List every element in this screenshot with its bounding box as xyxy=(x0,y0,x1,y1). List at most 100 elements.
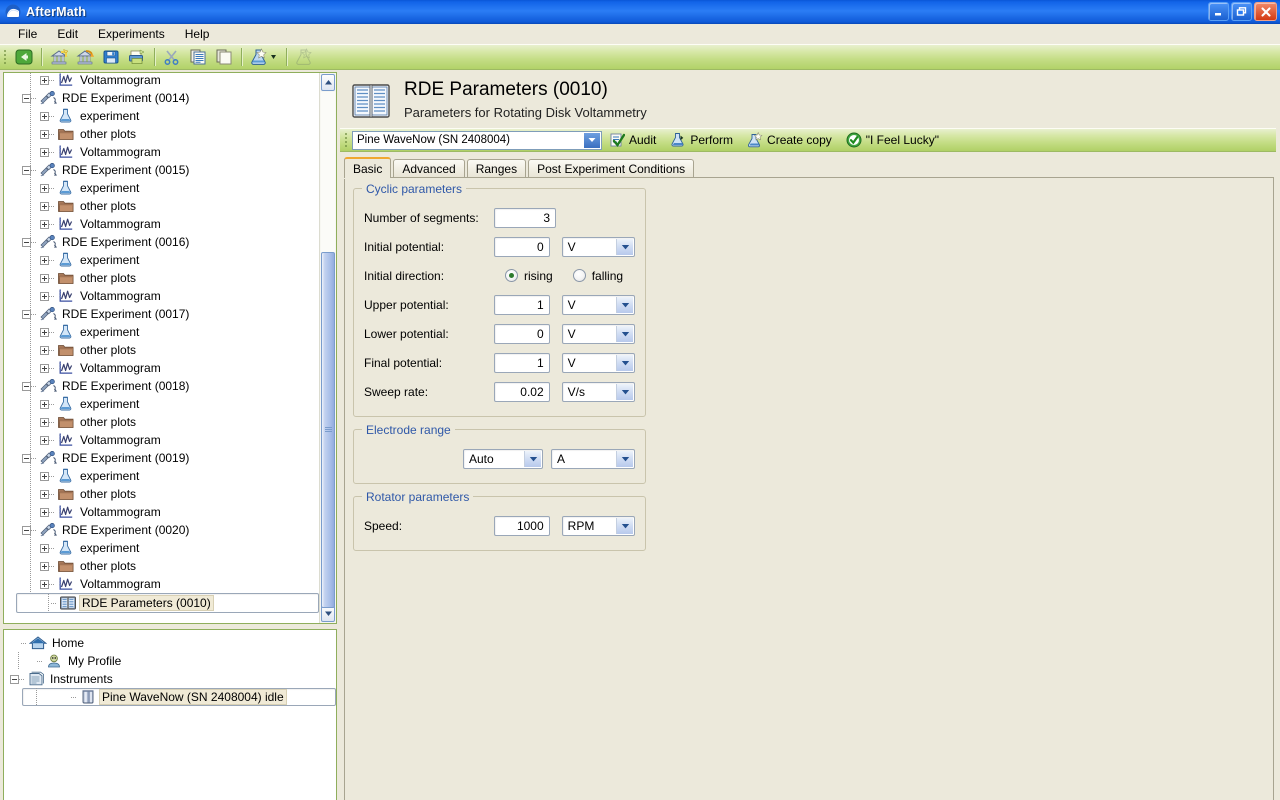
tree-item[interactable]: experiment xyxy=(4,179,319,197)
tree-item[interactable]: experiment xyxy=(4,107,319,125)
paste-button[interactable] xyxy=(212,46,236,68)
chevron-down-icon[interactable] xyxy=(616,325,633,342)
tree-expand-icon[interactable] xyxy=(40,111,49,121)
new-experiment-dropdown[interactable] xyxy=(247,46,281,68)
open-archive-button[interactable] xyxy=(47,46,71,68)
menu-help[interactable]: Help xyxy=(175,25,220,43)
electrode-range-unit-select[interactable]: A xyxy=(551,448,635,469)
tree-item[interactable]: Voltammogram xyxy=(4,287,319,305)
tree-expand-icon[interactable] xyxy=(40,129,49,139)
tree-vertical-scrollbar[interactable] xyxy=(319,73,336,623)
tree-item[interactable]: other plots xyxy=(4,341,319,359)
tree-expand-icon[interactable] xyxy=(40,273,49,283)
tree-expand-icon[interactable] xyxy=(40,507,49,517)
menu-edit[interactable]: Edit xyxy=(47,25,88,43)
save-archive-button[interactable] xyxy=(73,46,97,68)
tree-item[interactable]: RDE Experiment (0015) xyxy=(4,161,319,179)
tree-expand-icon[interactable] xyxy=(40,471,49,481)
tree-item[interactable]: Voltammogram xyxy=(4,359,319,377)
tree-item[interactable]: RDE Experiment (0020) xyxy=(4,521,319,539)
lower-potential-unit-select[interactable]: V xyxy=(561,323,635,344)
radio-rising[interactable] xyxy=(505,269,518,282)
tab-ranges[interactable]: Ranges xyxy=(466,159,527,178)
menu-experiments[interactable]: Experiments xyxy=(88,25,175,43)
tree-item[interactable]: Voltammogram xyxy=(4,431,319,449)
electrode-range-mode-select[interactable]: Auto xyxy=(463,448,543,469)
tree-expand-icon[interactable] xyxy=(40,543,49,553)
tab-advanced[interactable]: Advanced xyxy=(393,159,465,178)
chevron-down-icon[interactable] xyxy=(616,383,633,400)
tree-item[interactable]: Voltammogram xyxy=(4,503,319,521)
perform-experiment-button[interactable] xyxy=(292,46,316,68)
initial-potential-unit-select[interactable]: V xyxy=(561,236,635,257)
back-button[interactable] xyxy=(12,46,36,68)
instrument-tree-item[interactable]: My Profile xyxy=(10,652,336,670)
instrument-select[interactable]: Pine WaveNow (SN 2408004) xyxy=(352,130,602,150)
chevron-down-icon[interactable] xyxy=(616,238,633,255)
instrument-tree-item[interactable]: Pine WaveNow (SN 2408004) idle xyxy=(22,688,336,706)
tree-expand-icon[interactable] xyxy=(40,327,49,337)
tree-expand-icon[interactable] xyxy=(40,219,49,229)
tree-item[interactable]: Voltammogram xyxy=(4,215,319,233)
tree-item[interactable]: experiment xyxy=(4,395,319,413)
tree-expand-icon[interactable] xyxy=(40,291,49,301)
initial-potential-input[interactable]: 0 xyxy=(494,236,550,257)
tree-collapse-icon[interactable] xyxy=(10,674,19,684)
chevron-down-icon[interactable] xyxy=(616,450,633,467)
tree-item[interactable]: experiment xyxy=(4,323,319,341)
action-toolbar-drag-handle[interactable] xyxy=(344,132,348,148)
tree-expand-icon[interactable] xyxy=(40,561,49,571)
tree-expand-icon[interactable] xyxy=(40,255,49,265)
print-button[interactable] xyxy=(125,46,149,68)
final-potential-input[interactable]: 1 xyxy=(494,352,550,373)
tree-item[interactable]: other plots xyxy=(4,269,319,287)
tree-expand-icon[interactable] xyxy=(40,363,49,373)
tree-expand-icon[interactable] xyxy=(40,435,49,445)
tree-expand-icon[interactable] xyxy=(40,75,49,85)
tree-item[interactable]: experiment xyxy=(4,251,319,269)
lower-potential-input[interactable]: 0 xyxy=(494,323,550,344)
tree-expand-icon[interactable] xyxy=(40,579,49,589)
cut-button[interactable] xyxy=(160,46,184,68)
minimize-button[interactable] xyxy=(1208,2,1229,21)
tree-expand-icon[interactable] xyxy=(40,417,49,427)
tree-item[interactable]: experiment xyxy=(4,539,319,557)
chevron-down-icon[interactable] xyxy=(616,517,633,534)
tree-item[interactable]: other plots xyxy=(4,197,319,215)
final-potential-unit-select[interactable]: V xyxy=(561,352,635,373)
chevron-down-icon[interactable] xyxy=(616,354,633,371)
perform-button[interactable]: Perform xyxy=(663,129,740,151)
instrument-tree-item[interactable]: Home xyxy=(10,634,336,652)
tree-item[interactable]: Voltammogram xyxy=(4,575,319,593)
tree-item[interactable]: RDE Experiment (0017) xyxy=(4,305,319,323)
tab-post-experiment-conditions[interactable]: Post Experiment Conditions xyxy=(528,159,695,178)
chevron-down-icon[interactable] xyxy=(616,296,633,313)
sweep-rate-input[interactable]: 0.02 xyxy=(494,381,550,402)
audit-button[interactable]: Audit xyxy=(602,129,663,151)
tree-item[interactable]: Voltammogram xyxy=(4,143,319,161)
tree-item[interactable]: RDE Experiment (0014) xyxy=(4,89,319,107)
chevron-down-icon[interactable] xyxy=(524,450,541,467)
tree-item[interactable]: experiment xyxy=(4,467,319,485)
tree-item[interactable]: other plots xyxy=(4,413,319,431)
tab-basic[interactable]: Basic xyxy=(344,157,392,178)
close-button[interactable] xyxy=(1254,2,1277,21)
menu-file[interactable]: File xyxy=(8,25,47,43)
tree-item[interactable]: other plots xyxy=(4,125,319,143)
i-feel-lucky-button[interactable]: "I Feel Lucky" xyxy=(839,129,946,151)
tree-item[interactable]: other plots xyxy=(4,557,319,575)
chevron-down-icon[interactable] xyxy=(584,132,600,148)
radio-falling[interactable] xyxy=(572,269,586,282)
upper-potential-input[interactable]: 1 xyxy=(494,294,550,315)
tree-expand-icon[interactable] xyxy=(40,399,49,409)
tree-item[interactable]: other plots xyxy=(4,485,319,503)
tree-item[interactable]: RDE Experiment (0019) xyxy=(4,449,319,467)
rotator-speed-unit-select[interactable]: RPM xyxy=(561,515,635,536)
tree-expand-icon[interactable] xyxy=(40,489,49,499)
rotator-speed-input[interactable]: 1000 xyxy=(494,515,550,536)
scroll-up-arrow-icon[interactable] xyxy=(321,74,335,91)
tree-scrollbar-thumb[interactable] xyxy=(321,252,335,608)
upper-potential-unit-select[interactable]: V xyxy=(561,294,635,315)
tree-expand-icon[interactable] xyxy=(40,183,49,193)
number-of-segments-input[interactable]: 3 xyxy=(494,207,556,228)
